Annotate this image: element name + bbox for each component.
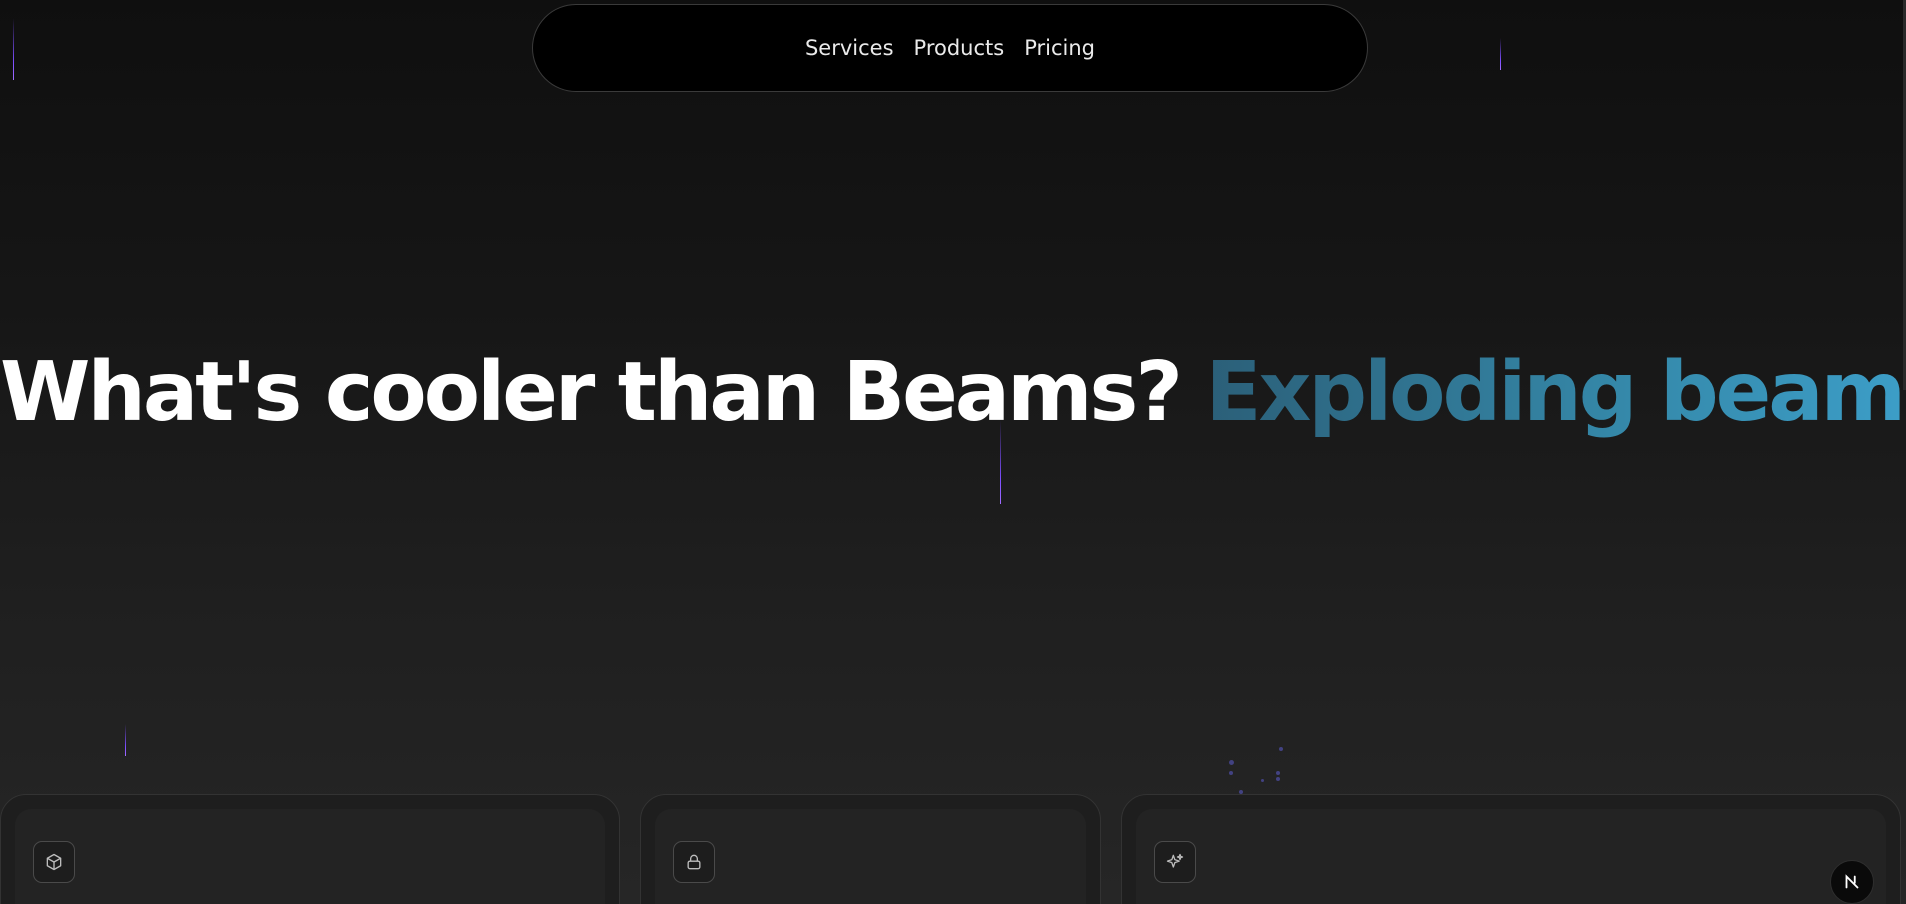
explosion-particle: [1279, 747, 1283, 751]
explosion-particle: [1276, 777, 1280, 781]
nav-link-products[interactable]: Products: [914, 36, 1005, 60]
card-inner: [15, 809, 605, 904]
hero-title: What's cooler than Beams? Exploding beam…: [0, 345, 1906, 440]
feature-card: [1121, 794, 1901, 904]
explosion-particle: [1261, 779, 1264, 782]
nav-link-pricing[interactable]: Pricing: [1024, 36, 1095, 60]
feature-card: [640, 794, 1101, 904]
nav-link-services[interactable]: Services: [805, 36, 894, 60]
card-inner: [1136, 809, 1886, 904]
lock-icon: [673, 841, 715, 883]
card-inner: [655, 809, 1086, 904]
page: Services Products Pricing What's cooler …: [0, 0, 1906, 904]
beam: [1500, 38, 1501, 70]
sparkles-icon: [1154, 841, 1196, 883]
top-nav: Services Products Pricing: [532, 4, 1368, 92]
beam: [125, 724, 126, 756]
feature-card: [0, 794, 620, 904]
explosion-particle: [1276, 771, 1280, 775]
explosion-particle: [1229, 771, 1233, 775]
hero-title-accent: Exploding beams.: [1205, 345, 1906, 440]
explosion-particle: [1229, 760, 1234, 765]
next-logo-button[interactable]: [1830, 860, 1874, 904]
box-icon: [33, 841, 75, 883]
beam: [13, 18, 14, 80]
hero-title-main: What's cooler than Beams?: [0, 345, 1183, 440]
next-logo-icon: [1845, 874, 1859, 889]
